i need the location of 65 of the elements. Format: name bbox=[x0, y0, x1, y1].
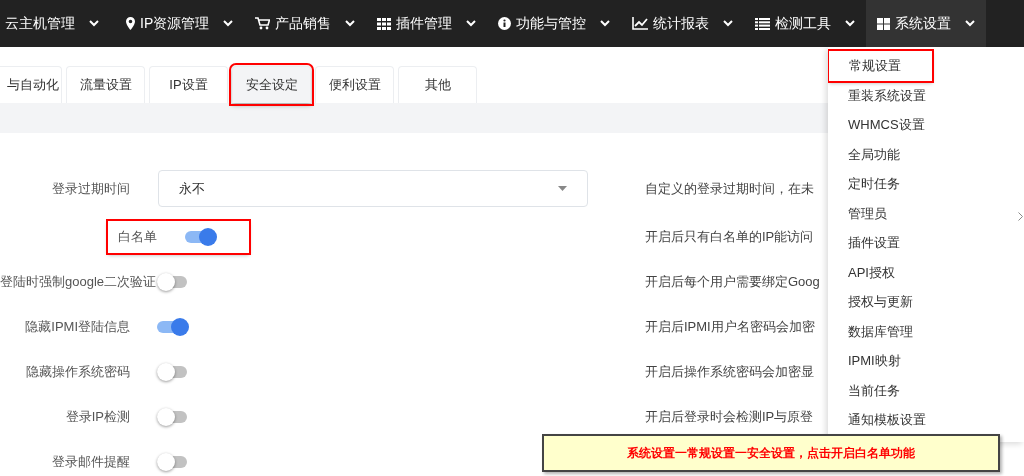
setting-label: 登陆时强制google二次验证 bbox=[0, 272, 157, 291]
list-icon bbox=[755, 17, 771, 30]
dropdown-item[interactable]: WHMCS设置 bbox=[828, 110, 1024, 140]
cart-icon bbox=[255, 17, 271, 30]
chevron-down-icon bbox=[965, 20, 976, 27]
tab[interactable]: 便利设置 bbox=[315, 66, 394, 103]
dropdown-item[interactable]: 重装系统设置 bbox=[828, 80, 1024, 110]
setting-label: 登录IP检测 bbox=[64, 407, 131, 426]
nav-menu-item[interactable]: 统计报表 bbox=[621, 0, 745, 47]
chevron-down-icon bbox=[845, 20, 856, 27]
dropdown-item[interactable]: 常规设置 bbox=[829, 51, 932, 81]
map-pin-icon bbox=[126, 17, 135, 30]
caret-icon bbox=[558, 186, 567, 191]
setting-label: 白名单 bbox=[117, 227, 157, 246]
dropdown-item[interactable]: 通知模板设置 bbox=[828, 405, 1024, 435]
chevron-down-icon bbox=[89, 20, 99, 27]
info-icon bbox=[498, 17, 512, 30]
annotation-note: 系统设置一常规设置一安全设置，点击开启白名单功能 bbox=[542, 434, 1000, 472]
chevron-down-icon bbox=[723, 20, 734, 27]
chevron-down-icon bbox=[600, 20, 611, 27]
windows-grid-icon bbox=[877, 17, 891, 30]
nav-menu-item[interactable]: 产品销售 bbox=[244, 0, 367, 47]
tab[interactable]: 流量设置 bbox=[66, 66, 145, 103]
dropdown-item[interactable]: 全局功能 bbox=[828, 139, 1024, 169]
nav-menu-item[interactable]: 插件管理 bbox=[366, 0, 488, 47]
setting-label: 登录邮件提醒 bbox=[51, 452, 131, 471]
dropdown-item[interactable]: 管理员 bbox=[828, 198, 1024, 228]
chevron-right-icon bbox=[1018, 212, 1023, 221]
setting-label: 隐藏操作系统密码 bbox=[25, 362, 131, 381]
setting-description: 自定义的登录过期时间，在未 bbox=[644, 179, 814, 198]
setting-description: 开启后IPMI用户名密码会加密 bbox=[644, 317, 815, 336]
nav-menu-item[interactable]: IP资源管理 bbox=[115, 0, 245, 47]
nav-menu-item[interactable]: 检测工具 bbox=[744, 0, 867, 47]
setting-description: 开启后操作系统密码会加密显 bbox=[644, 362, 814, 381]
toggle-switch[interactable] bbox=[185, 226, 215, 247]
nav-menu-item[interactable]: 系统设置 bbox=[866, 0, 987, 47]
setting-description: 开启后只有白名单的IP能访问 bbox=[644, 227, 814, 246]
toggle-switch[interactable] bbox=[157, 316, 189, 337]
select-field[interactable]: 永不 bbox=[158, 170, 588, 207]
dropdown-item[interactable]: 数据库管理 bbox=[828, 316, 1024, 346]
tab[interactable]: 与自动化 bbox=[0, 66, 62, 103]
setting-description: 开启后每个用户需要绑定Goog bbox=[644, 272, 820, 291]
tab[interactable]: 其他 bbox=[398, 66, 477, 103]
toggle-switch[interactable] bbox=[157, 451, 189, 472]
tab[interactable]: 安全设定 bbox=[232, 66, 311, 103]
dropdown-item[interactable]: IPMI映射 bbox=[828, 346, 1024, 376]
nav-menu-item[interactable]: 云主机管理 bbox=[0, 0, 115, 47]
setting-label: 登录过期时间 bbox=[51, 179, 131, 198]
dropdown-item[interactable]: 插件设置 bbox=[828, 228, 1024, 258]
dropdown-item[interactable]: 授权与更新 bbox=[828, 287, 1024, 317]
tab[interactable]: IP设置 bbox=[149, 66, 228, 103]
nav-menu-item[interactable]: 功能与管控 bbox=[487, 0, 622, 47]
chevron-down-icon bbox=[223, 20, 234, 27]
chevron-down-icon bbox=[466, 20, 477, 27]
line-chart-icon bbox=[632, 17, 649, 30]
setting-label: 隐藏IPMI登陆信息 bbox=[24, 317, 131, 336]
grid-icon bbox=[377, 17, 392, 30]
toggle-switch[interactable] bbox=[157, 361, 189, 382]
dropdown-item[interactable]: API授权 bbox=[828, 257, 1024, 287]
chevron-down-icon bbox=[345, 20, 356, 27]
setting-description: 开启后登录时会检测IP与原登 bbox=[644, 407, 814, 426]
dropdown-item[interactable]: 定时任务 bbox=[828, 169, 1024, 199]
toggle-switch[interactable] bbox=[157, 406, 189, 427]
toggle-switch[interactable] bbox=[157, 271, 189, 292]
dropdown-item[interactable]: 当前任务 bbox=[828, 375, 1024, 405]
